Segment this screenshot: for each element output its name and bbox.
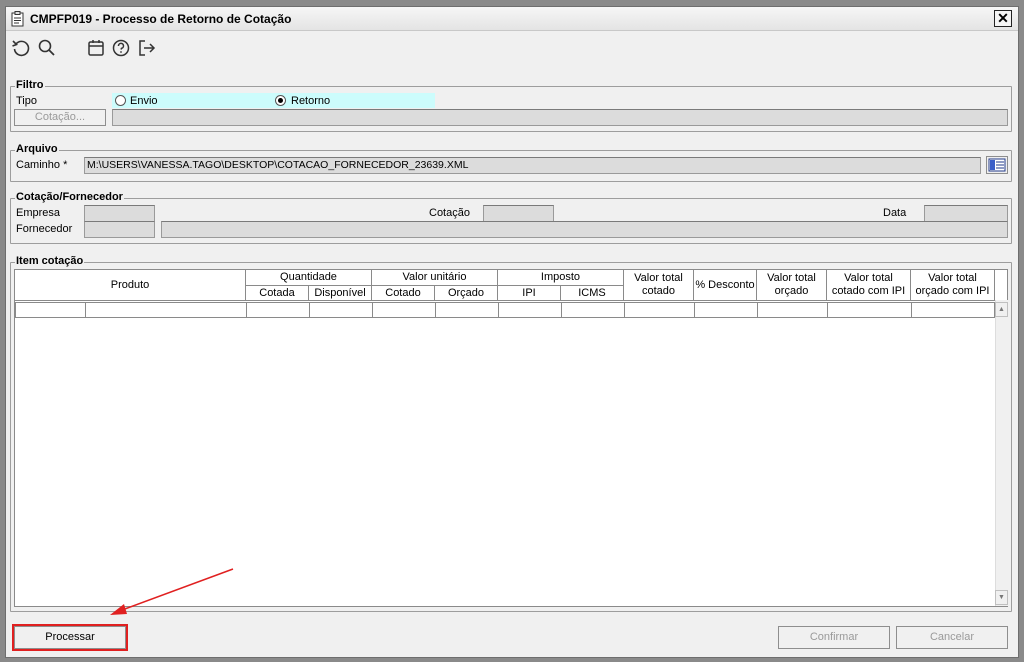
cotacao-fornecedor-title: Cotação/Fornecedor [15, 191, 124, 203]
fornecedor-label: Fornecedor [16, 223, 73, 235]
grid-cell[interactable] [372, 302, 436, 318]
grid-vertical-scrollbar[interactable] [995, 300, 1008, 606]
col-cotado[interactable]: Cotado [372, 286, 435, 301]
cancelar-label: Cancelar [929, 631, 975, 643]
radio-retorno[interactable] [275, 95, 286, 106]
highlight-box [12, 624, 128, 651]
empresa-label: Empresa [16, 207, 61, 219]
file-browse-icon [988, 158, 1006, 172]
col-valor-total-cotado-ipi[interactable]: Valor total cotado com IPI [827, 270, 911, 301]
radio-retorno-label[interactable]: Retorno [291, 95, 330, 107]
fornecedor-name-field[interactable] [161, 221, 1008, 238]
grid-cell[interactable] [435, 302, 499, 318]
col-icms[interactable]: ICMS [561, 286, 624, 301]
col-orcado[interactable]: Orçado [435, 286, 498, 301]
col-disponivel[interactable]: Disponível [309, 286, 372, 301]
grid-cell[interactable] [246, 302, 310, 318]
col-group-imposto: Imposto [498, 270, 624, 286]
item-grid[interactable] [14, 269, 1008, 607]
document-icon [11, 11, 25, 27]
cotacao-button[interactable]: Cotação... [14, 109, 106, 126]
col-valor-total-orcado-ipi[interactable]: Valor total orçado com IPI [911, 270, 995, 301]
cancelar-button[interactable]: Cancelar [896, 626, 1008, 649]
search-icon[interactable] [37, 38, 57, 58]
grid-cell[interactable] [309, 302, 373, 318]
help-icon[interactable] [111, 38, 131, 58]
close-button[interactable]: ✕ [994, 10, 1012, 27]
scroll-up-arrow-icon[interactable]: ▲ [995, 302, 1008, 317]
col-desconto[interactable]: % Desconto [694, 270, 757, 301]
grid-cell[interactable] [827, 302, 912, 318]
confirmar-label: Confirmar [809, 631, 859, 643]
radio-envio-label[interactable]: Envio [130, 95, 158, 107]
cotacao-number-field[interactable] [483, 205, 554, 222]
col-group-quantidade: Quantidade [246, 270, 372, 286]
grid-cell[interactable] [85, 302, 247, 318]
radio-envio[interactable] [115, 95, 126, 106]
fornecedor-code-field[interactable] [84, 221, 155, 238]
grid-cell[interactable] [498, 302, 562, 318]
empresa-field[interactable] [84, 205, 155, 222]
caminho-input[interactable]: M:\USERS\VANESSA.TAGO\DESKTOP\COTACAO_FO… [84, 157, 981, 174]
tipo-label: Tipo [16, 95, 37, 107]
grid-cell[interactable] [561, 302, 625, 318]
col-valor-total-orcado[interactable]: Valor total orçado [757, 270, 827, 301]
item-cotacao-title: Item cotação [15, 255, 85, 267]
calendar-icon[interactable] [86, 38, 106, 58]
data-label: Data [883, 207, 907, 219]
confirmar-button[interactable]: Confirmar [778, 626, 890, 649]
col-ipi[interactable]: IPI [498, 286, 561, 301]
grid-cell[interactable] [911, 302, 995, 318]
col-valor-total-cotado[interactable]: Valor total cotado [624, 270, 694, 301]
arquivo-title: Arquivo [15, 143, 59, 155]
grid-cell[interactable] [757, 302, 828, 318]
grid-cell[interactable] [15, 302, 86, 318]
data-field[interactable] [924, 205, 1008, 222]
grid-cell[interactable] [694, 302, 758, 318]
col-produto[interactable]: Produto [15, 270, 246, 301]
cotacao-label: Cotação [429, 207, 470, 219]
tipo-radio-group [112, 93, 435, 108]
undo-icon[interactable] [11, 38, 31, 58]
scroll-down-arrow-icon[interactable]: ▼ [995, 590, 1008, 605]
caminho-label: Caminho * [16, 159, 68, 171]
col-group-valor-unitario: Valor unitário [372, 270, 498, 286]
browse-file-button[interactable] [986, 156, 1008, 174]
grid-cell[interactable] [624, 302, 695, 318]
col-cotada[interactable]: Cotada [246, 286, 309, 301]
toolbar [6, 32, 1018, 62]
exit-icon[interactable] [137, 38, 157, 58]
window-title: CMPFP019 - Processo de Retorno de Cotaçã… [30, 12, 292, 26]
filtro-title: Filtro [15, 79, 45, 91]
cotacao-field[interactable] [112, 109, 1008, 126]
